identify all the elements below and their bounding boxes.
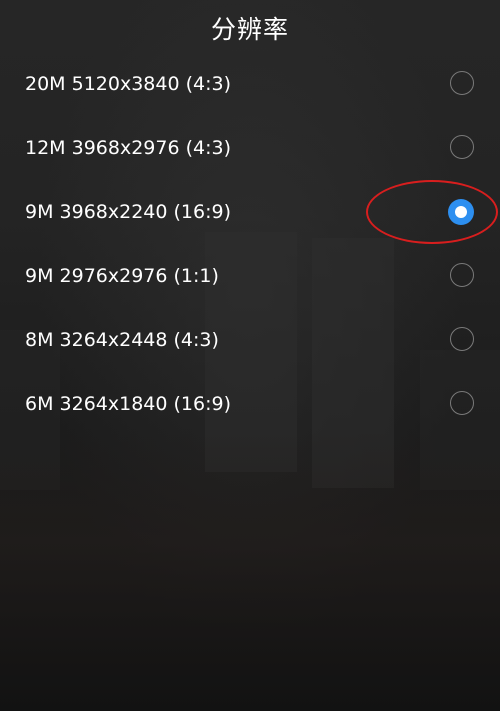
background-ground <box>0 431 500 711</box>
radio-button-unselected[interactable] <box>450 71 474 95</box>
resolution-option-9m-16-9[interactable]: 9M 3968x2240 (16:9) <box>0 180 500 244</box>
resolution-list: 20M 5120x3840 (4:3) 12M 3968x2976 (4:3) … <box>0 52 500 436</box>
resolution-option-label: 8M 3264x2448 (4:3) <box>25 329 219 351</box>
radio-button-unselected[interactable] <box>450 135 474 159</box>
camera-resolution-screen: 分辨率 20M 5120x3840 (4:3) 12M 3968x2976 (4… <box>0 0 500 711</box>
radio-button-unselected[interactable] <box>450 391 474 415</box>
resolution-option-label: 9M 2976x2976 (1:1) <box>25 265 219 287</box>
resolution-option-label: 12M 3968x2976 (4:3) <box>25 137 232 159</box>
resolution-option-label: 6M 3264x1840 (16:9) <box>25 393 232 415</box>
resolution-option-label: 9M 3968x2240 (16:9) <box>25 201 232 223</box>
radio-selected-dot-icon <box>455 206 467 218</box>
radio-button-unselected[interactable] <box>450 263 474 287</box>
radio-button-selected[interactable] <box>448 199 474 225</box>
resolution-option-6m[interactable]: 6M 3264x1840 (16:9) <box>0 372 500 436</box>
radio-button-unselected[interactable] <box>450 327 474 351</box>
resolution-option-label: 20M 5120x3840 (4:3) <box>25 73 232 95</box>
resolution-option-20m[interactable]: 20M 5120x3840 (4:3) <box>0 52 500 116</box>
resolution-option-12m[interactable]: 12M 3968x2976 (4:3) <box>0 116 500 180</box>
resolution-option-8m[interactable]: 8M 3264x2448 (4:3) <box>0 308 500 372</box>
dialog-title: 分辨率 <box>210 15 289 44</box>
resolution-option-9m-1-1[interactable]: 9M 2976x2976 (1:1) <box>0 244 500 308</box>
